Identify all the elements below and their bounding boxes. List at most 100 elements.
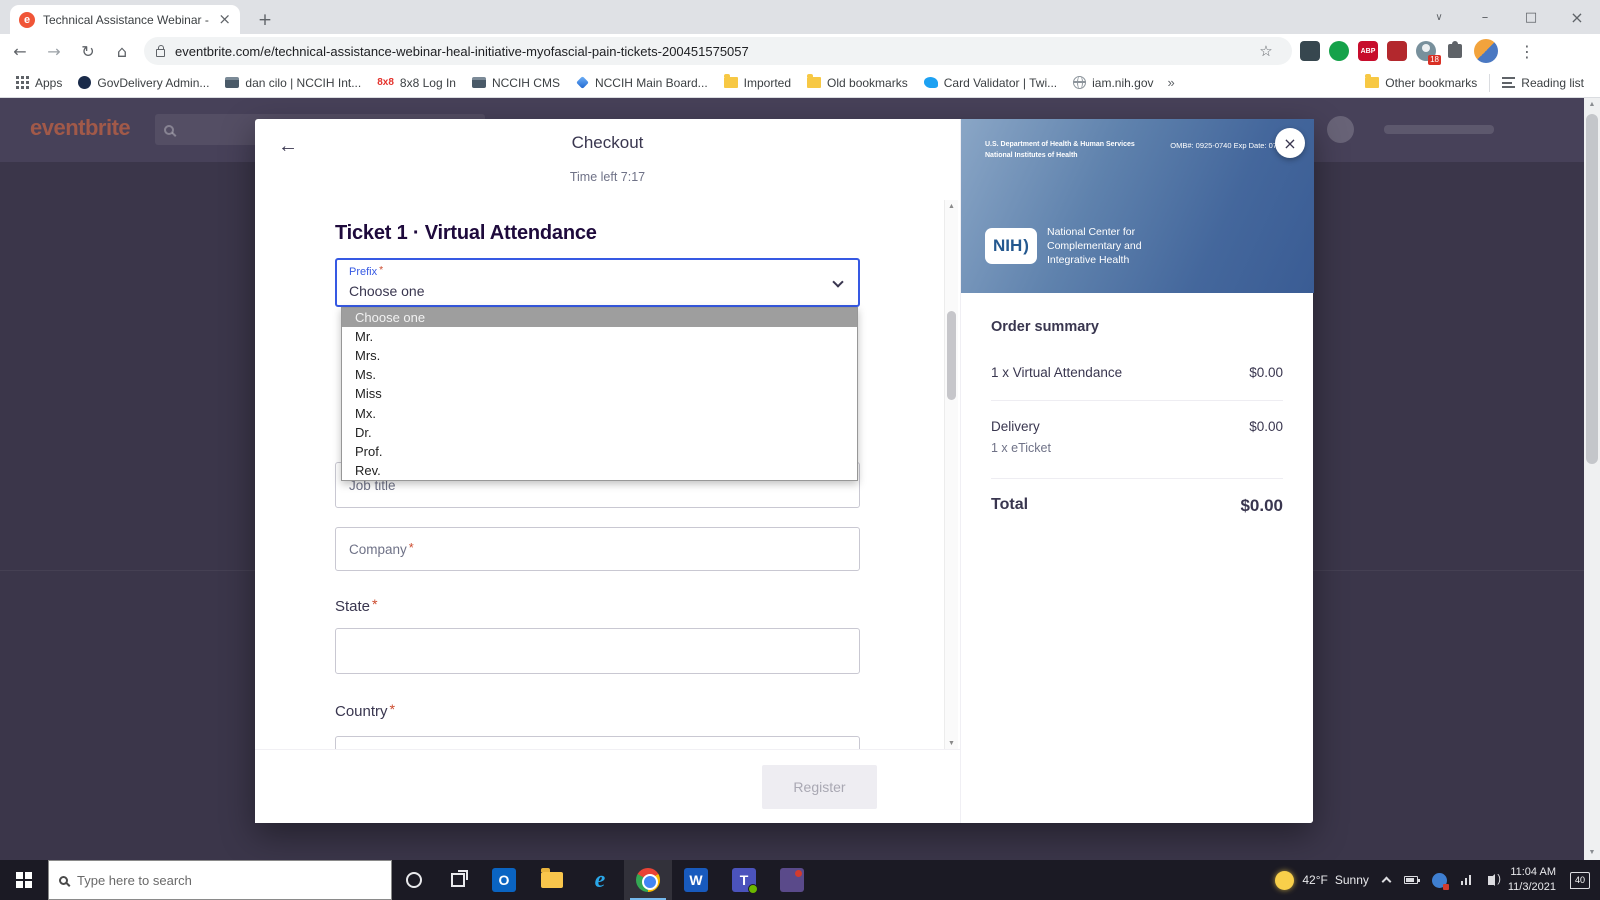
cortana-button[interactable] [392,860,436,900]
prefix-option[interactable]: Dr. [342,423,857,442]
state-label: State [335,598,378,615]
register-button[interactable]: Register [762,765,877,809]
search-icon [59,876,68,885]
internet-explorer-icon: e [588,868,612,892]
bookmark-govdelivery[interactable]: GovDelivery Admin... [70,71,217,95]
company-field[interactable]: Company [335,527,860,571]
page-scrollbar-thumb[interactable] [1586,114,1598,464]
back-button[interactable] [6,37,34,65]
scroll-up-arrow[interactable]: ▲ [945,200,958,213]
bookmark-nccih-board[interactable]: NCCIH Main Board... [568,71,716,95]
browser-tab[interactable]: e Technical Assistance Webinar - H [10,5,240,34]
close-modal-button[interactable] [1275,128,1305,158]
taskbar-outlook[interactable]: O [480,860,528,900]
prefix-select[interactable]: Prefix Choose one [335,258,860,307]
prefix-option[interactable]: Mrs. [342,346,857,365]
ticket-heading: Ticket 1 · Virtual Attendance [335,222,597,245]
prefix-option[interactable]: Ms. [342,365,857,384]
scroll-down-arrow[interactable]: ▼ [1584,846,1600,860]
extension-icon-1[interactable] [1300,41,1320,61]
volume-icon[interactable] [1488,876,1494,885]
scroll-up-arrow[interactable]: ▲ [1584,98,1600,112]
prefix-option[interactable]: Choose one [342,308,857,327]
extension-icon-4[interactable]: 18 [1416,41,1436,61]
prefix-option[interactable]: Prof. [342,442,857,461]
app-icon [780,868,804,892]
bookmark-label: dan cilo | NCCIH Int... [245,76,361,90]
summary-line-item: 1 x Virtual Attendance $0.00 [991,365,1283,380]
extensions-menu-icon[interactable] [1448,44,1462,58]
window-close-button[interactable] [1554,0,1600,34]
state-input[interactable] [335,628,860,674]
browser-toolbar: eventbrite.com/e/technical-assistance-we… [0,34,1600,68]
window-maximize-button[interactable]: □ [1508,0,1554,34]
delivery-label: Delivery [991,419,1040,434]
action-center-icon[interactable]: 40 [1570,872,1590,889]
bookmark-dan-cilo[interactable]: dan cilo | NCCIH Int... [217,71,369,95]
bookmark-iam-nih[interactable]: iam.nih.gov [1065,71,1161,95]
bookmark-folder-imported[interactable]: Imported [716,71,799,95]
window-minimize-button[interactable] [1462,0,1508,34]
prefix-option[interactable]: Mr. [342,327,857,346]
bookmark-label: NCCIH Main Board... [595,76,708,90]
nih-logo: NIH [985,228,1037,264]
task-view-button[interactable] [436,860,480,900]
page-scrollbar[interactable]: ▲ ▼ [1584,98,1600,860]
bookmark-nccih-cms[interactable]: NCCIH CMS [464,71,568,95]
bookmark-label: NCCIH CMS [492,76,560,90]
extension-icon-2[interactable] [1329,41,1349,61]
start-button[interactable] [0,860,48,900]
new-tab-button[interactable] [252,7,278,33]
item-label: 1 x Virtual Attendance [991,365,1122,380]
reload-button[interactable] [74,37,102,65]
prefix-option[interactable]: Miss [342,384,857,403]
taskbar-internet-explorer[interactable]: e [576,860,624,900]
home-button[interactable] [108,37,136,65]
window-controls: □ [1416,0,1600,34]
other-bookmarks-button[interactable]: Other bookmarks [1357,71,1485,95]
bookmark-label: iam.nih.gov [1092,76,1153,90]
network-icon[interactable] [1461,875,1474,885]
profile-avatar[interactable] [1474,39,1498,63]
taskbar-teams[interactable]: T [720,860,768,900]
prefix-option[interactable]: Rev. [342,461,857,480]
battery-icon[interactable] [1404,876,1418,884]
delivery-amount: $0.00 [1249,419,1283,434]
checkout-form-panel: ← Checkout Time left 7:17 Ticket 1 · Vir… [255,119,960,823]
taskbar-clock[interactable]: 11:04 AM 11/3/2021 [1508,865,1556,895]
browser-menu-icon[interactable] [1513,37,1541,65]
prefix-option[interactable]: Mx. [342,404,857,423]
sun-icon [1275,871,1294,890]
bookmark-folder-old[interactable]: Old bookmarks [799,71,916,95]
form-scrollbar[interactable]: ▲ ▼ [944,200,958,750]
taskbar-app-7[interactable] [768,860,816,900]
weather-widget[interactable]: 42°F Sunny [1275,871,1369,890]
country-input[interactable] [335,736,860,750]
hidden-icons-chevron[interactable] [1381,877,1391,887]
bookmark-star-icon[interactable] [1252,37,1280,65]
site-avatar-dimmed [1327,116,1354,143]
bookmarks-overflow-button[interactable]: » [1162,75,1181,90]
extension-icon-3[interactable] [1387,41,1407,61]
taskbar-search-input[interactable] [77,873,381,888]
bookmark-8x8[interactable]: 8x8 8x8 Log In [369,71,464,95]
agency-line: National Institutes of Health [985,150,1135,161]
scroll-down-arrow[interactable]: ▼ [945,737,958,750]
taskbar-chrome[interactable] [624,860,672,900]
taskbar-word[interactable]: W [672,860,720,900]
reading-list-button[interactable]: Reading list [1494,71,1592,95]
globe-icon [1073,76,1086,89]
tab-close-icon[interactable] [218,12,231,27]
tab-search-icon[interactable] [1416,0,1462,34]
address-bar[interactable]: eventbrite.com/e/technical-assistance-we… [144,37,1292,65]
forward-button[interactable] [40,37,68,65]
summary-divider [991,400,1283,401]
folder-icon [807,77,821,88]
tray-app-icon[interactable] [1432,873,1447,888]
form-scrollbar-thumb[interactable] [947,311,956,400]
bookmark-apps[interactable]: Apps [8,71,70,95]
adblock-extension-icon[interactable]: ABP [1358,41,1378,61]
taskbar-search[interactable] [48,860,392,900]
taskbar-file-explorer[interactable] [528,860,576,900]
bookmark-card-validator[interactable]: Card Validator | Twi... [916,71,1065,95]
